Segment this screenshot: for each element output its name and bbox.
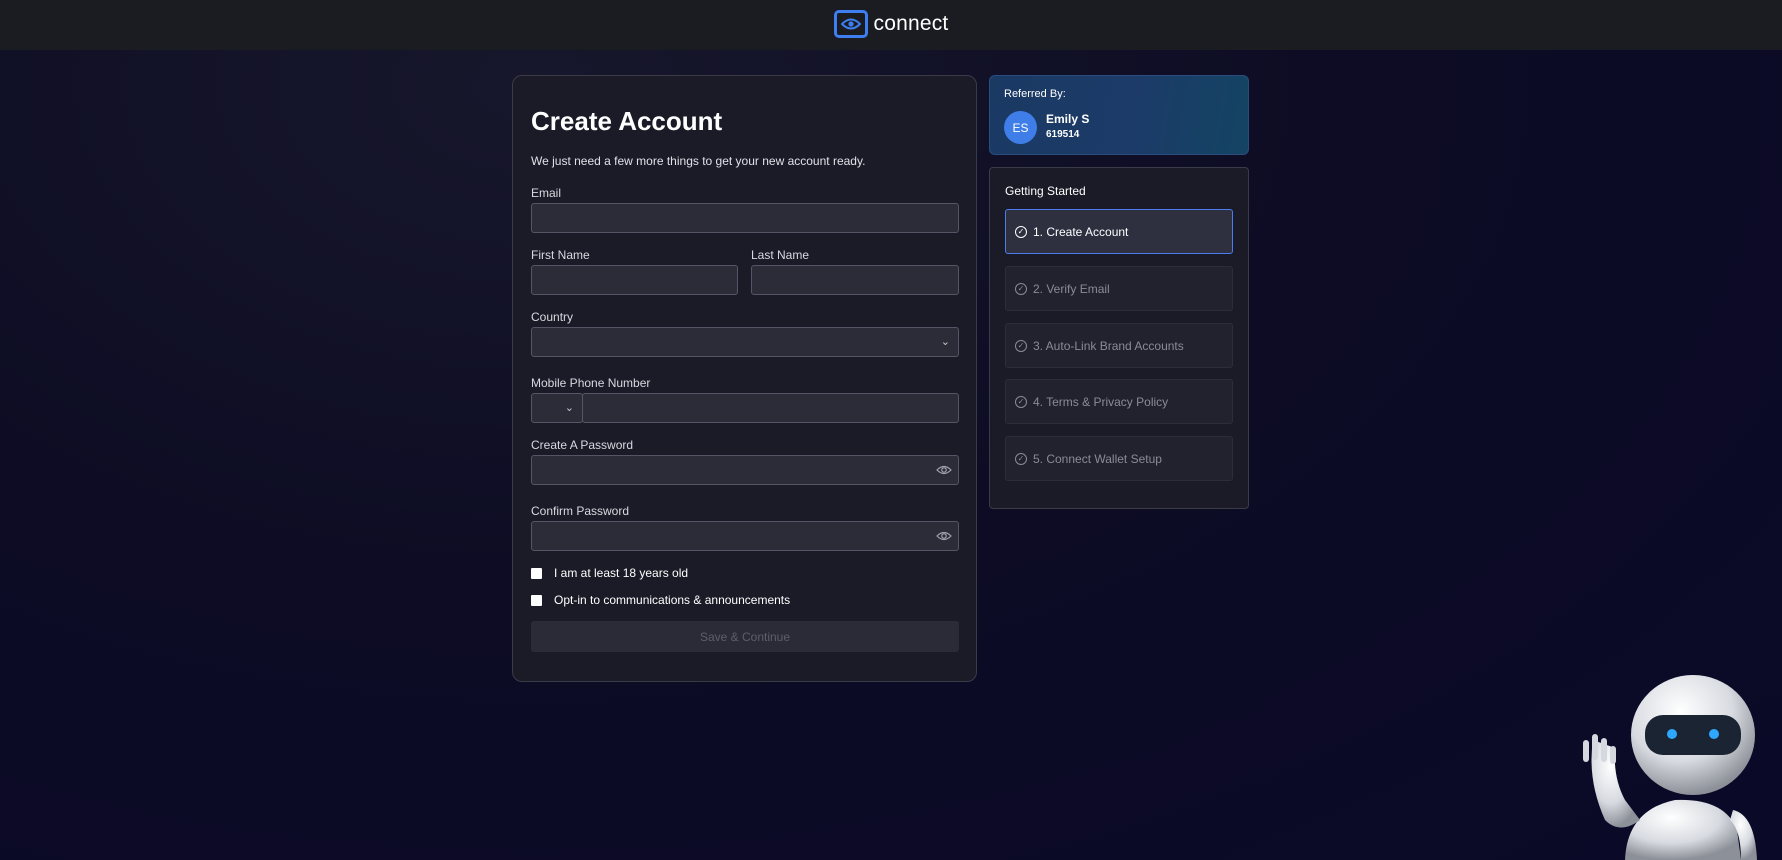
country-label: Country (531, 310, 574, 324)
referral-card: Referred By: ES Emily S 619514 (989, 75, 1249, 155)
step-connect-wallet[interactable]: ✓ 5. Connect Wallet Setup (1005, 436, 1233, 481)
age-check-label: I am at least 18 years old (554, 566, 689, 580)
phone-number-field[interactable] (582, 393, 959, 423)
referrer-name: Emily S (1046, 112, 1090, 126)
page-subtitle: We just need a few more things to get yo… (531, 154, 866, 168)
step-create-account[interactable]: ✓ 1. Create Account (1005, 209, 1233, 254)
age-check-row[interactable]: I am at least 18 years old (531, 566, 688, 580)
avatar: ES (1004, 111, 1037, 144)
eye-logo-icon (833, 10, 868, 38)
steps-title: Getting Started (1005, 184, 1086, 198)
eye-icon[interactable] (936, 529, 952, 543)
step-auto-link-brand-accounts[interactable]: ✓ 3. Auto-Link Brand Accounts (1005, 323, 1233, 368)
page-title: Create Account (531, 106, 723, 136)
save-continue-button[interactable]: Save & Continue (531, 621, 959, 652)
check-circle-icon: ✓ (1015, 339, 1027, 352)
top-bar: connect (0, 0, 1782, 50)
email-field[interactable] (531, 203, 959, 233)
phone-label: Mobile Phone Number (531, 376, 651, 390)
password-field[interactable] (531, 455, 959, 485)
phone-country-code-select[interactable]: ⌄ (531, 393, 583, 423)
check-circle-icon: ✓ (1015, 452, 1027, 465)
check-circle-icon: ✓ (1015, 225, 1027, 238)
step-terms-privacy[interactable]: ✓ 4. Terms & Privacy Policy (1005, 379, 1233, 424)
step-label: 5. Connect Wallet Setup (1033, 451, 1162, 466)
password-label: Create A Password (531, 438, 634, 452)
getting-started-panel: Getting Started ✓ 1. Create Account ✓ 2.… (989, 167, 1249, 509)
robot-mascot (1583, 675, 1757, 860)
last-name-label: Last Name (751, 248, 810, 262)
country-select[interactable]: ⌄ (531, 327, 959, 357)
eye-icon[interactable] (936, 463, 952, 477)
step-label: 4. Terms & Privacy Policy (1033, 394, 1169, 409)
step-label: 2. Verify Email (1033, 281, 1110, 296)
step-label: 3. Auto-Link Brand Accounts (1033, 338, 1184, 353)
check-circle-icon: ✓ (1015, 395, 1027, 408)
logo-text: connect (873, 12, 949, 35)
last-name-field[interactable] (751, 265, 959, 295)
referral-label: Referred By: (1004, 88, 1066, 100)
first-name-field[interactable] (531, 265, 738, 295)
optin-check-label: Opt-in to communications & announcements (554, 593, 791, 607)
create-account-card: Create Account We just need a few more t… (512, 75, 977, 682)
step-verify-email[interactable]: ✓ 2. Verify Email (1005, 266, 1233, 311)
check-circle-icon: ✓ (1015, 282, 1027, 295)
step-label: 1. Create Account (1033, 224, 1129, 239)
chevron-down-icon: ⌄ (940, 336, 950, 348)
confirm-password-field[interactable] (531, 521, 959, 551)
optin-checkbox[interactable] (531, 594, 542, 606)
age-checkbox[interactable] (531, 567, 542, 579)
referrer-code: 619514 (1046, 129, 1080, 140)
confirm-password-label: Confirm Password (531, 504, 630, 518)
logo[interactable]: connect (833, 10, 949, 38)
email-label: Email (531, 186, 562, 200)
first-name-label: First Name (531, 248, 590, 262)
chevron-down-icon: ⌄ (564, 402, 574, 414)
optin-check-row[interactable]: Opt-in to communications & announcements (531, 593, 790, 607)
